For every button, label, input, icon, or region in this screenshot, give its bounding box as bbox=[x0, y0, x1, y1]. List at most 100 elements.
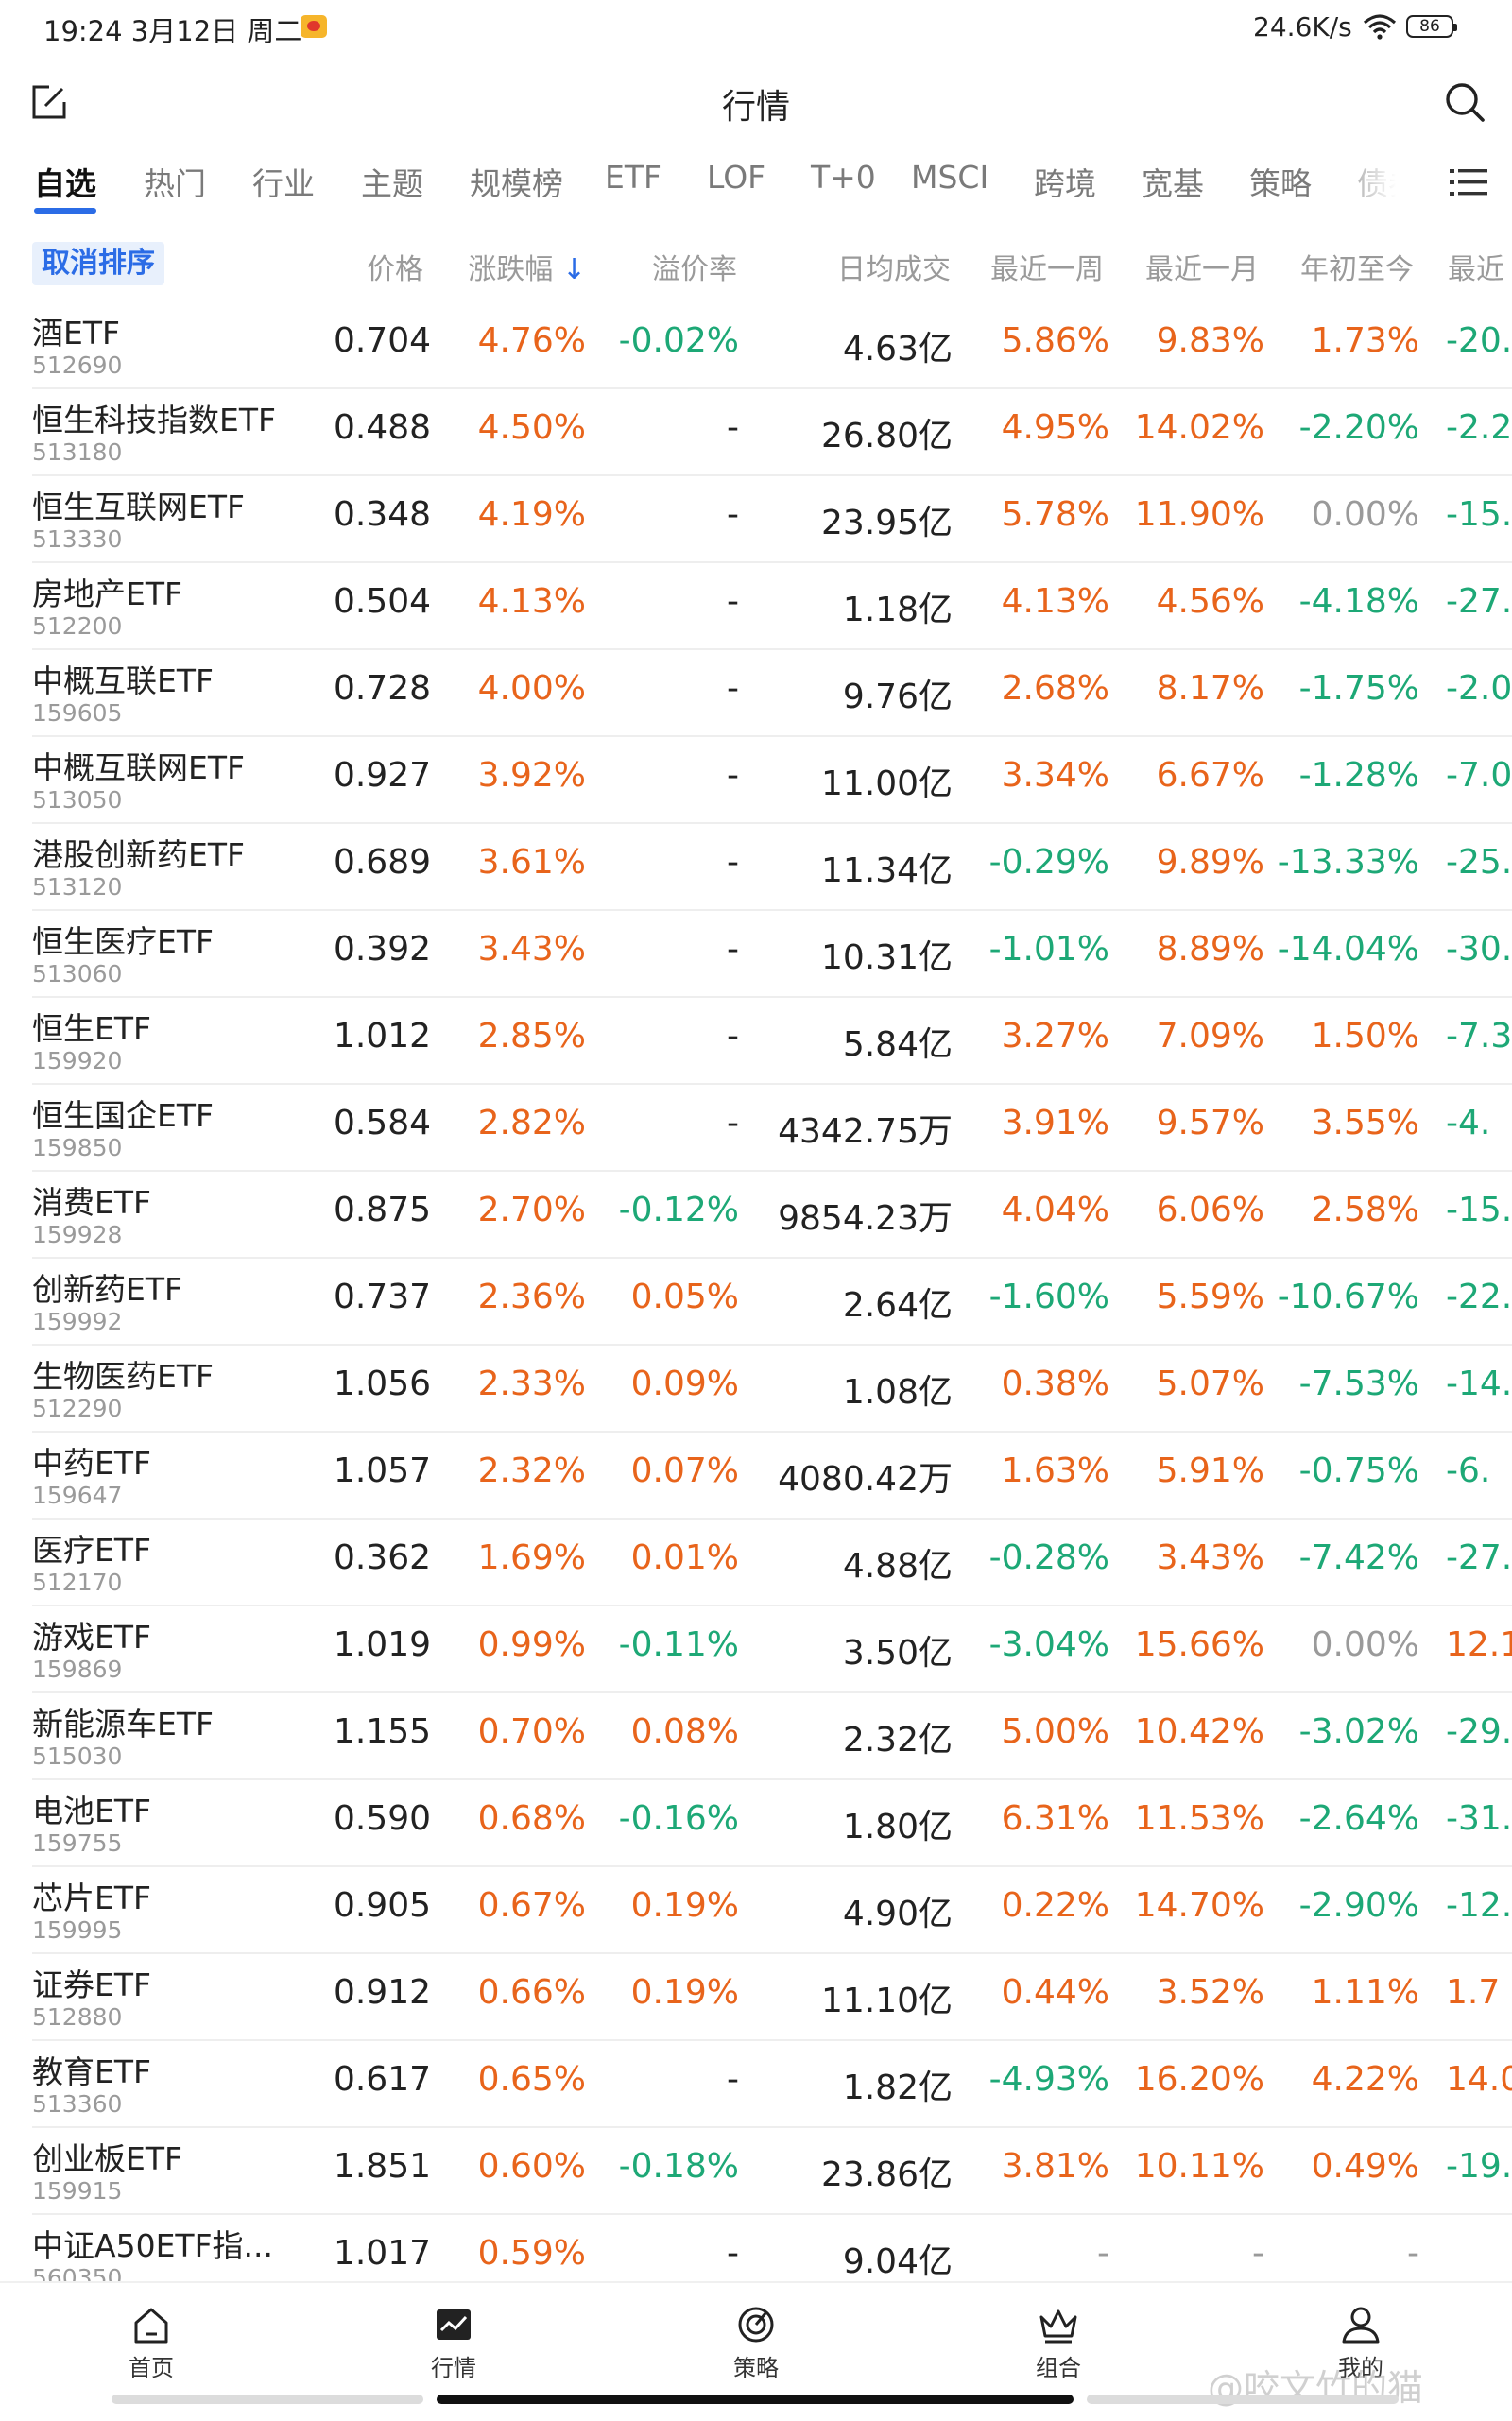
tab-t0[interactable]: T+0 bbox=[811, 159, 876, 196]
table-row[interactable]: 游戏ETF 159869 1.019 0.99% -0.11% 3.50亿 -3.04% 15… bbox=[0, 1606, 1512, 1693]
table-row[interactable]: 酒ETF 512690 0.704 4.76% -0.02% 4.63亿 5.86% 9.83… bbox=[0, 302, 1512, 389]
premium-cell: - bbox=[727, 2234, 739, 2273]
table-row[interactable]: 芯片ETF 159995 0.905 0.67% 0.19% 4.90亿 0.22% 14.7… bbox=[0, 1867, 1512, 1954]
tab-watchlist[interactable]: 自选 bbox=[34, 159, 96, 204]
tab-industry[interactable]: 行业 bbox=[252, 159, 315, 204]
search-icon[interactable] bbox=[1442, 79, 1487, 125]
table-row[interactable]: 证券ETF 512880 0.912 0.66% 0.19% 11.10亿 0.44% 3.5… bbox=[0, 1954, 1512, 2041]
week-cell: -1.01% bbox=[988, 930, 1109, 969]
month-cell: 9.57% bbox=[1156, 1104, 1264, 1142]
tab-theme[interactable]: 主题 bbox=[361, 159, 423, 204]
premium-cell: -0.16% bbox=[618, 1799, 739, 1838]
volume-cell: 10.31亿 bbox=[820, 938, 953, 977]
col-premium[interactable]: 溢价率 bbox=[652, 246, 737, 287]
nav-strategy-label: 策略 bbox=[733, 2355, 779, 2381]
month-cell: 10.11% bbox=[1134, 2147, 1264, 2186]
nav-portfolio[interactable]: 组合 bbox=[992, 2302, 1125, 2382]
table-row[interactable]: 教育ETF 513360 0.617 0.65% - 1.82亿 -4.93% 16.20% 4… bbox=[0, 2041, 1512, 2128]
col-ytd[interactable]: 年初至今 bbox=[1300, 246, 1414, 287]
week-cell: 3.91% bbox=[1001, 1104, 1109, 1142]
month-cell: 14.02% bbox=[1134, 408, 1264, 447]
month-cell: 10.42% bbox=[1134, 1712, 1264, 1751]
table-row[interactable]: 生物医药ETF 512290 1.056 2.33% 0.09% 1.08亿 0.38% 5.… bbox=[0, 1346, 1512, 1433]
recent-cell: -27. bbox=[1446, 1538, 1512, 1577]
price-cell: 1.012 bbox=[333, 1017, 431, 1056]
crown-icon bbox=[1040, 2309, 1077, 2344]
premium-cell: - bbox=[727, 495, 739, 534]
tab-etf[interactable]: ETF bbox=[605, 159, 662, 196]
etf-name: 恒生国企ETF bbox=[32, 1097, 214, 1134]
table-row[interactable]: 医疗ETF 512170 0.362 1.69% 0.01% 4.88亿 -0.28% 3.4… bbox=[0, 1520, 1512, 1606]
table-row[interactable]: 电池ETF 159755 0.590 0.68% -0.16% 1.80亿 6.31% 11.… bbox=[0, 1780, 1512, 1867]
tab-lof[interactable]: LOF bbox=[707, 159, 765, 196]
table-row[interactable]: 房地产ETF 512200 0.504 4.13% - 1.18亿 4.13% 4.56% -4… bbox=[0, 563, 1512, 650]
tab-broad-base[interactable]: 宽基 bbox=[1142, 159, 1204, 204]
etf-name: 中概互联ETF bbox=[32, 662, 214, 699]
month-cell: 11.53% bbox=[1134, 1799, 1264, 1838]
col-avg-volume[interactable]: 日均成交 bbox=[837, 246, 951, 287]
premium-cell: - bbox=[727, 408, 739, 447]
tab-strategy[interactable]: 策略 bbox=[1249, 159, 1312, 204]
table-row[interactable]: 恒生ETF 159920 1.012 2.85% - 5.84亿 3.27% 7.09% 1.5… bbox=[0, 998, 1512, 1085]
col-price[interactable]: 价格 bbox=[367, 246, 423, 287]
table-row[interactable]: 创业板ETF 159915 1.851 0.60% -0.18% 23.86亿 3.81% 1… bbox=[0, 2128, 1512, 2215]
table-row[interactable]: 中药ETF 159647 1.057 2.32% 0.07% 4080.42万 1.63% 5… bbox=[0, 1433, 1512, 1520]
nav-home[interactable]: 首页 bbox=[85, 2302, 217, 2382]
recent-cell: -15.3 bbox=[1446, 1191, 1512, 1229]
col-recent[interactable]: 最近 bbox=[1448, 246, 1504, 287]
week-cell: -0.29% bbox=[988, 843, 1109, 882]
month-cell: 8.17% bbox=[1156, 669, 1264, 708]
ytd-cell: - bbox=[1407, 2234, 1419, 2273]
etf-code: 512200 bbox=[32, 612, 123, 640]
etf-code: 513180 bbox=[32, 438, 123, 466]
table-row[interactable]: 新能源车ETF 515030 1.155 0.70% 0.08% 2.32亿 5.00% 10… bbox=[0, 1693, 1512, 1780]
table-row[interactable]: 港股创新药ETF 513120 0.689 3.61% - 11.34亿 -0.29% 9.8… bbox=[0, 824, 1512, 911]
week-cell: 1.63% bbox=[1001, 1451, 1109, 1490]
table-row[interactable]: 中概互联网ETF 513050 0.927 3.92% - 11.00亿 3.34% 6.67… bbox=[0, 737, 1512, 824]
month-cell: 4.56% bbox=[1156, 582, 1264, 621]
table-row[interactable]: 中概互联ETF 159605 0.728 4.00% -9.76亿 2.68% 8.17% -… bbox=[0, 650, 1512, 737]
recent-cell: -4. bbox=[1446, 1104, 1491, 1142]
tab-msci[interactable]: MSCI bbox=[911, 159, 988, 196]
premium-cell: - bbox=[727, 930, 739, 969]
etf-name: 消费ETF bbox=[32, 1184, 151, 1221]
table-row[interactable]: 恒生科技指数ETF 513180 0.488 4.50% - 26.80亿 4.95% 14.… bbox=[0, 389, 1512, 476]
recent-cell: -29. bbox=[1446, 1712, 1512, 1751]
table-row[interactable]: 恒生国企ETF 159850 0.584 2.82% - 4342.75万 3.91% 9.5… bbox=[0, 1085, 1512, 1172]
change-cell: 0.68% bbox=[477, 1799, 586, 1838]
table-row[interactable]: 消费ETF 159928 0.875 2.70% -0.12% 9854.23万 4.04%… bbox=[0, 1172, 1512, 1259]
col-change[interactable]: 涨跌幅 ↓ bbox=[468, 246, 586, 287]
nav-market[interactable]: 行情 bbox=[387, 2302, 520, 2382]
etf-code: 159647 bbox=[32, 1482, 123, 1509]
table-row[interactable]: 恒生医疗ETF 513060 0.392 3.43% - 10.31亿 -1.01% 8.89… bbox=[0, 911, 1512, 998]
nav-strategy[interactable]: 策略 bbox=[690, 2302, 822, 2382]
tab-size-ranking[interactable]: 规模榜 bbox=[470, 159, 563, 204]
price-cell: 0.348 bbox=[333, 495, 431, 534]
change-cell: 2.70% bbox=[477, 1191, 586, 1229]
volume-cell: 1.80亿 bbox=[842, 1808, 953, 1846]
premium-cell: 0.01% bbox=[630, 1538, 739, 1577]
week-cell: 4.13% bbox=[1001, 582, 1109, 621]
menu-list-icon[interactable] bbox=[1450, 166, 1487, 198]
etf-name: 新能源车ETF bbox=[32, 1706, 214, 1743]
recent-cell: -7.3 bbox=[1446, 1017, 1512, 1056]
tab-cross-border[interactable]: 跨境 bbox=[1034, 159, 1096, 204]
nav-home-label: 首页 bbox=[129, 2355, 174, 2381]
table-row[interactable]: 恒生互联网ETF 513330 0.348 4.19% - 23.95亿 5.78% 11.9… bbox=[0, 476, 1512, 563]
tab-hot[interactable]: 热门 bbox=[144, 159, 206, 204]
table-row[interactable]: 创新药ETF 159992 0.737 2.36% 0.05% 2.64亿 -1.60% 5.… bbox=[0, 1259, 1512, 1346]
recent-cell: -22.5 bbox=[1446, 1278, 1512, 1316]
volume-cell: 4342.75万 bbox=[778, 1112, 953, 1151]
col-week[interactable]: 最近一周 bbox=[990, 246, 1104, 287]
cancel-sort-button[interactable]: 取消排序 bbox=[32, 242, 164, 285]
gesture-bar[interactable] bbox=[437, 2395, 1074, 2404]
volume-cell: 11.00亿 bbox=[820, 764, 953, 803]
recent-cell: 1.7 bbox=[1446, 1973, 1501, 2012]
volume-cell: 9854.23万 bbox=[778, 1199, 953, 1238]
ytd-cell: -1.75% bbox=[1298, 669, 1419, 708]
price-cell: 0.689 bbox=[333, 843, 431, 882]
ytd-cell: -7.42% bbox=[1298, 1538, 1419, 1577]
col-month[interactable]: 最近一月 bbox=[1145, 246, 1259, 287]
week-cell: - bbox=[1097, 2234, 1109, 2273]
month-cell: 6.06% bbox=[1156, 1191, 1264, 1229]
